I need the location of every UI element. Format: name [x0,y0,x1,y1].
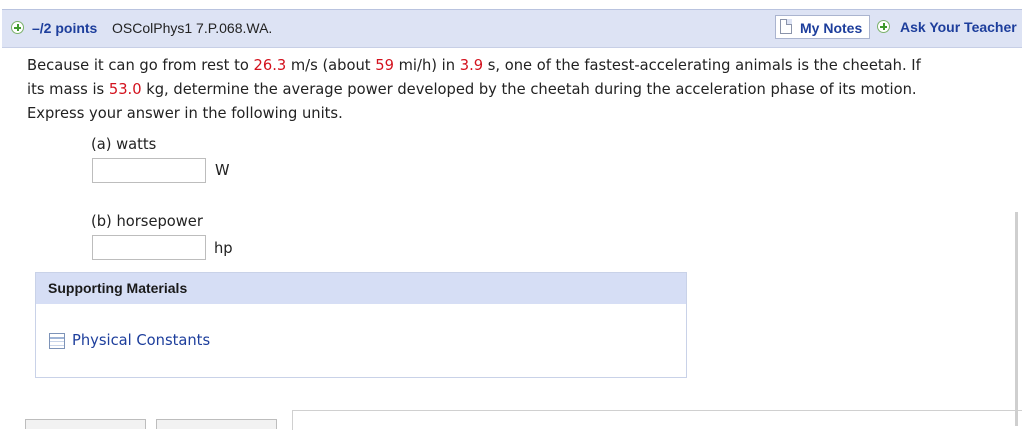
time-value: 3.9 [459,57,484,74]
question-text: Because it can go from rest to 26.3 m/s … [27,54,1002,126]
part-b-answer-input[interactable] [92,235,206,260]
table-icon [49,333,65,349]
part-a-label: (a) watts [91,136,157,153]
mass-value: 53.0 [108,81,142,98]
supporting-materials-title: Supporting Materials [36,273,686,304]
submit-answer-button[interactable] [25,419,146,429]
speed-ms-value: 26.3 [253,57,287,74]
part-b-label: (b) horsepower [91,213,203,230]
question-line-1: Because it can go from rest to 26.3 m/s … [27,57,921,74]
ask-your-teacher-label: Ask Your Teacher [900,19,1017,35]
question-line-2: its mass is 53.0 kg, determine the avera… [27,81,917,98]
speed-mih-value: 59 [375,57,394,74]
question-header: –/2 points OSColPhys1 7.P.068.WA. My Not… [2,9,1022,48]
question-line-3: Express your answer in the following uni… [27,105,343,122]
points-label: –/2 points [32,20,98,36]
problem-code: OSColPhys1 7.P.068.WA. [112,20,273,36]
plus-icon [877,20,890,33]
my-notes-label: My Notes [800,20,863,36]
part-a-unit: W [215,162,230,179]
scrollbar[interactable] [1015,212,1018,426]
my-notes-button[interactable]: My Notes [775,15,870,39]
note-icon [780,19,792,34]
physical-constants-label: Physical Constants [72,332,211,349]
ask-your-teacher-button[interactable]: Ask Your Teacher [877,15,1022,39]
save-progress-button[interactable] [156,419,277,429]
part-a-answer-input[interactable] [92,158,206,183]
expand-plus-icon[interactable] [11,21,24,34]
supporting-materials-panel: Supporting Materials Physical Constants [35,272,687,378]
part-b-unit: hp [214,240,233,257]
response-panel [292,410,1022,430]
